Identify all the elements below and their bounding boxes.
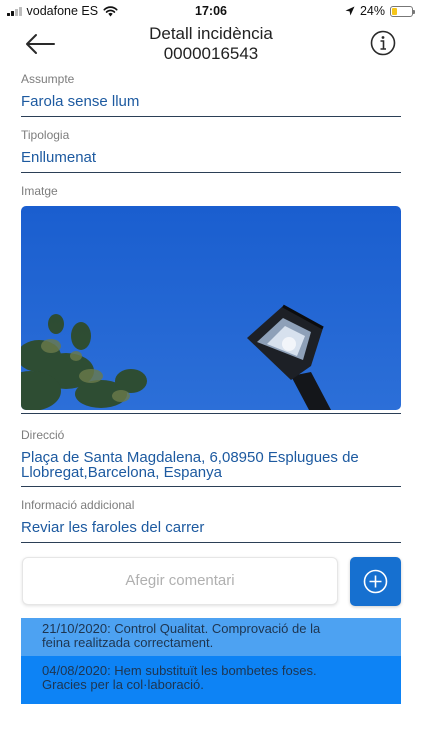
address-label: Direcció [21,428,65,442]
comment-input[interactable]: Afegir comentari [22,557,338,605]
comment-text-line: 21/10/2020: Control Qualitat. Comprovaci… [42,621,321,636]
incident-number: 0000016543 [163,44,259,63]
subject-label: Assumpte [21,72,75,86]
streetlight-photo [21,206,401,410]
incident-photo[interactable] [21,206,401,410]
type-value: Enllumenat [21,149,97,166]
image-label: Imatge [21,184,58,198]
additional-info-label: Informació addicional [21,498,135,512]
comments-list: 21/10/2020: Control Qualitat. Comprovaci… [21,618,401,704]
subject-field: Assumpte Farola sense llum [21,72,401,117]
list-item: 21/10/2020: Control Qualitat. Comprovaci… [21,618,401,656]
header: Detall incidència 0000016543 [0,22,422,68]
add-comment-button[interactable] [350,557,401,606]
status-right: 24% [345,4,415,18]
info-button[interactable] [370,30,396,56]
plus-circle-icon [363,569,388,594]
info-circle-icon [370,30,396,56]
additional-info-value: Reviar les faroles del carrer [21,519,205,536]
address-line-2: Llobregat,Barcelona, Espanya [21,464,222,481]
type-label: Tipologia [21,128,70,142]
list-item: 04/08/2020: Hem substituït les bombetes … [21,656,401,704]
comment-text-line: Gracies per la col·laboració. [42,677,204,692]
subject-value: Farola sense llum [21,93,140,110]
additional-info-field: Informació addicional Reviar les faroles… [21,498,401,543]
battery-percent: 24% [359,4,385,18]
image-divider [21,413,401,414]
address-field: Direcció Plaça de Santa Magdalena, 6,089… [21,428,401,487]
type-field: Tipologia Enllumenat [21,128,401,173]
comment-text-line: feina realitzada correctament. [42,635,214,650]
location-arrow-icon [345,6,355,16]
address-line-1: Plaça de Santa Magdalena, 6,08950 Esplug… [21,449,359,466]
page-title-text: Detall incidència [149,24,273,43]
page-title: Detall incidència 0000016543 [0,24,422,64]
battery-level [392,7,397,15]
status-bar: vodafone ES 17:06 24% [0,0,422,22]
comment-text-line: 04/08/2020: Hem substituït les bombetes … [42,663,317,678]
address-value: Plaça de Santa Magdalena, 6,08950 Esplug… [21,450,401,486]
battery-icon [390,5,415,17]
